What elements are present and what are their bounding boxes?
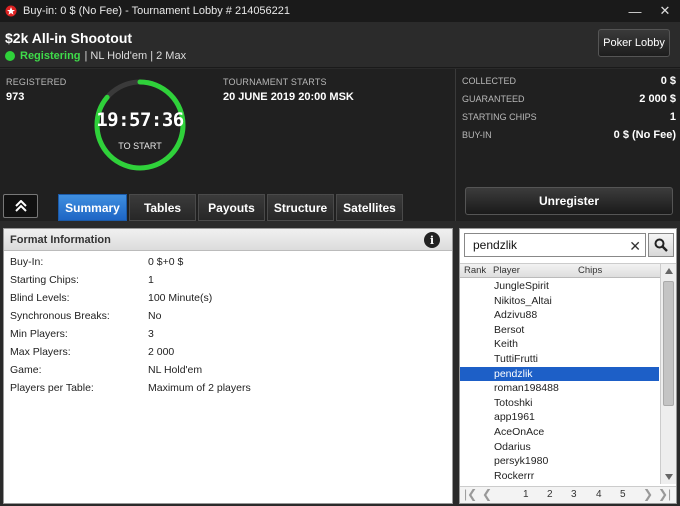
collected-label: COLLECTED bbox=[462, 76, 517, 86]
player-row[interactable]: JungleSpirit bbox=[460, 279, 659, 294]
unregister-button[interactable]: Unregister bbox=[465, 187, 673, 215]
tab-payouts[interactable]: Payouts bbox=[198, 194, 265, 221]
players-column-header: Rank Player Chips bbox=[460, 263, 676, 278]
player-row[interactable]: roman198488 bbox=[460, 381, 659, 396]
player-row[interactable]: Rockerrr bbox=[460, 469, 659, 484]
format-row-value: 100 Minute(s) bbox=[148, 292, 213, 304]
tab-summary[interactable]: Summary bbox=[58, 194, 127, 221]
status-label: Registering bbox=[20, 50, 81, 62]
starts-label: TOURNAMENT STARTS bbox=[223, 77, 327, 87]
game-details: | NL Hold'em | 2 Max bbox=[84, 50, 187, 62]
registered-label: REGISTERED bbox=[6, 77, 67, 87]
scroll-up-icon[interactable] bbox=[661, 264, 676, 278]
player-row[interactable]: pendzlik bbox=[460, 366, 659, 382]
format-row-label: Starting Chips: bbox=[10, 274, 79, 286]
tournament-header: $2k All-in Shootout Registering | NL Hol… bbox=[0, 22, 680, 68]
player-row[interactable]: AceOnAce bbox=[460, 425, 659, 440]
player-row[interactable]: persyk1980 bbox=[460, 454, 659, 469]
format-row-label: Synchronous Breaks: bbox=[10, 310, 110, 322]
format-row-label: Game: bbox=[10, 364, 42, 376]
guaranteed-value: 2 000 $ bbox=[639, 93, 676, 105]
starting-chips-value: 1 bbox=[669, 111, 676, 123]
player-row[interactable]: Totoshki bbox=[460, 396, 659, 411]
double-chevron-up-icon bbox=[14, 200, 27, 212]
tab-tables[interactable]: Tables bbox=[129, 194, 196, 221]
page-4[interactable]: 4 bbox=[596, 489, 602, 500]
scroll-thumb[interactable] bbox=[663, 281, 674, 406]
format-row-label: Players per Table: bbox=[10, 382, 94, 394]
format-row-label: Max Players: bbox=[10, 346, 71, 358]
page-5[interactable]: 5 bbox=[620, 489, 626, 500]
buyin-row: BUY-IN 0 $ (No Fee) bbox=[462, 129, 676, 141]
next-page-icon[interactable]: ❯ bbox=[643, 487, 653, 501]
column-rank[interactable]: Rank bbox=[464, 265, 486, 276]
players-scrollbar[interactable] bbox=[660, 264, 676, 484]
registered-value: 973 bbox=[6, 91, 25, 103]
players-panel: pendzlik ✕ Rank Player Chips JungleSpiri… bbox=[459, 228, 677, 504]
countdown-time: 19:57:36 bbox=[96, 109, 184, 131]
format-row-value: 3 bbox=[148, 328, 154, 340]
format-row-value: No bbox=[148, 310, 162, 322]
column-chips[interactable]: Chips bbox=[578, 265, 602, 276]
guaranteed-row: GUARANTEED 2 000 $ bbox=[462, 93, 676, 105]
tab-satellites[interactable]: Satellites bbox=[336, 194, 403, 221]
minimize-button[interactable]: — bbox=[620, 0, 650, 22]
player-row[interactable]: Keith bbox=[460, 337, 659, 352]
search-value: pendzlik bbox=[473, 238, 518, 252]
status-dot-icon bbox=[5, 51, 15, 61]
player-row[interactable]: app1961 bbox=[460, 410, 659, 425]
tab-structure[interactable]: Structure bbox=[267, 194, 334, 221]
title-bar: Buy-in: 0 $ (No Fee) - Tournament Lobby … bbox=[0, 0, 680, 22]
buyin-label: BUY-IN bbox=[462, 130, 492, 140]
format-row-label: Blind Levels: bbox=[10, 292, 70, 304]
players-list: JungleSpirit Nikitos_Altai Adzivu88 Bersot K… bbox=[460, 279, 659, 484]
format-title: Format Information bbox=[10, 233, 111, 246]
format-row-value: 1 bbox=[148, 274, 154, 286]
collected-value: 0 $ bbox=[660, 75, 676, 87]
first-page-icon[interactable]: |❮ bbox=[464, 487, 477, 501]
pokerstars-logo-icon bbox=[4, 4, 18, 18]
player-row[interactable]: TuttiFrutti bbox=[460, 352, 659, 367]
collapse-button[interactable] bbox=[3, 194, 38, 218]
page-3[interactable]: 3 bbox=[571, 489, 577, 500]
format-row-value: NL Hold'em bbox=[148, 364, 203, 376]
prev-page-icon[interactable]: ❮ bbox=[482, 487, 492, 501]
guaranteed-label: GUARANTEED bbox=[462, 94, 525, 104]
page-1[interactable]: 1 bbox=[523, 489, 529, 500]
format-row-label: Min Players: bbox=[10, 328, 68, 340]
player-row[interactable]: Bersot bbox=[460, 323, 659, 338]
status-row: Registering | NL Hold'em | 2 Max bbox=[5, 50, 186, 62]
starting-chips-row: STARTING CHIPS 1 bbox=[462, 111, 676, 123]
players-pager: |❮ ❮ 1 2 3 4 5 ❯ ❯| bbox=[460, 486, 676, 503]
page-2[interactable]: 2 bbox=[547, 489, 553, 500]
tournament-name: $2k All-in Shootout bbox=[5, 30, 133, 46]
player-row[interactable]: Nikitos_Altai bbox=[460, 294, 659, 309]
search-icon bbox=[654, 238, 668, 252]
starts-value: 20 JUNE 2019 20:00 MSK bbox=[223, 91, 354, 103]
format-row-value: 2 000 bbox=[148, 346, 175, 358]
format-row-label: Buy-In: bbox=[10, 256, 44, 268]
player-row[interactable]: Odarius bbox=[460, 440, 659, 455]
lobby-tabs: Summary Tables Payouts Structure Satelli… bbox=[58, 194, 405, 221]
buyin-value: 0 $ (No Fee) bbox=[613, 129, 676, 141]
collected-row: COLLECTED 0 $ bbox=[462, 75, 676, 87]
window-title: Buy-in: 0 $ (No Fee) - Tournament Lobby … bbox=[23, 5, 291, 17]
info-icon[interactable]: i bbox=[424, 232, 440, 248]
search-button[interactable] bbox=[648, 233, 674, 257]
column-player[interactable]: Player bbox=[493, 265, 520, 276]
format-row-value: 0 $+0 $ bbox=[148, 256, 184, 268]
countdown-label: TO START bbox=[118, 141, 162, 151]
format-header: Format Information i bbox=[4, 229, 452, 251]
format-information-panel: Format Information i Buy-In: 0 $+0 $ Start… bbox=[3, 228, 453, 504]
player-row[interactable]: Adzivu88 bbox=[460, 308, 659, 323]
player-search-input[interactable]: pendzlik ✕ bbox=[464, 233, 646, 257]
poker-lobby-button[interactable]: Poker Lobby bbox=[598, 29, 670, 57]
format-row-value: Maximum of 2 players bbox=[148, 382, 251, 394]
clear-search-icon[interactable]: ✕ bbox=[629, 238, 641, 255]
scroll-down-icon[interactable] bbox=[661, 470, 676, 484]
close-button[interactable]: ✕ bbox=[650, 0, 680, 22]
starting-chips-label: STARTING CHIPS bbox=[462, 112, 537, 122]
last-page-icon[interactable]: ❯| bbox=[658, 487, 671, 501]
